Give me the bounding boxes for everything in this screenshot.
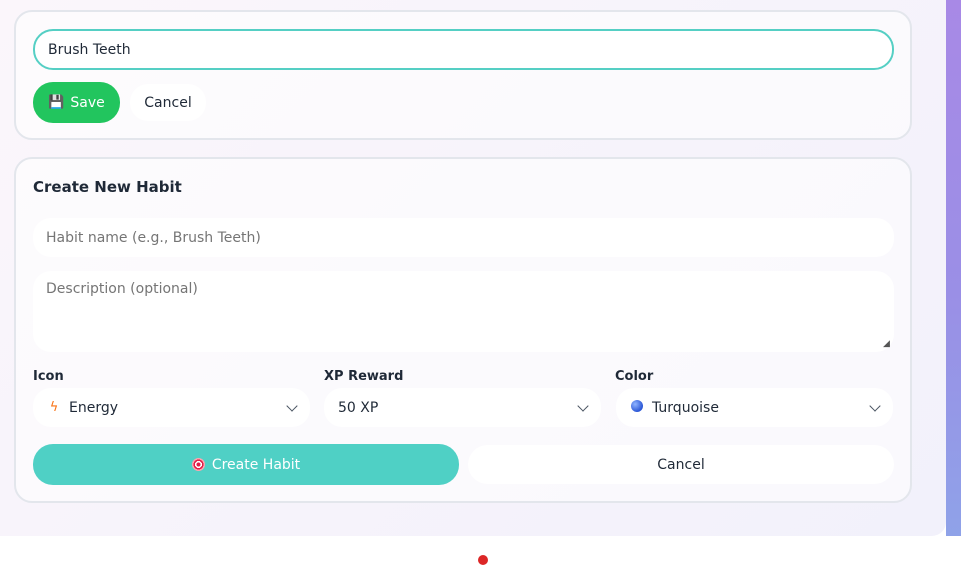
xp-reward-label: XP Reward bbox=[324, 369, 404, 384]
cancel-create-button[interactable]: Cancel bbox=[468, 445, 894, 484]
icon-select-value: Energy bbox=[69, 399, 119, 416]
floppy-disk-icon: 💾 bbox=[48, 95, 65, 110]
status-dot bbox=[478, 555, 488, 565]
create-habit-card: Create New Habit ◢ Icon XP Reward Color … bbox=[14, 157, 912, 503]
description-textarea[interactable] bbox=[33, 271, 894, 352]
blue-ball-icon bbox=[630, 399, 644, 416]
icon-label: Icon bbox=[33, 369, 64, 384]
chevron-down-icon bbox=[869, 400, 881, 412]
chevron-down-icon bbox=[577, 400, 589, 412]
target-icon bbox=[191, 458, 205, 471]
save-button-label: Save bbox=[70, 94, 105, 111]
chevron-down-icon bbox=[286, 400, 298, 412]
edit-habit-card: 💾 Save Cancel bbox=[14, 10, 912, 140]
gradient-side-strip bbox=[946, 0, 961, 536]
create-habit-button-label: Create Habit bbox=[211, 456, 301, 473]
cancel-edit-button[interactable]: Cancel bbox=[130, 84, 206, 121]
create-habit-title: Create New Habit bbox=[33, 178, 182, 196]
lightning-icon: ϟ bbox=[49, 400, 59, 415]
color-select-value: Turquoise bbox=[652, 399, 719, 416]
icon-select[interactable]: ϟ Energy bbox=[33, 388, 310, 427]
xp-reward-select[interactable]: 50 XP bbox=[324, 388, 601, 427]
create-habit-button[interactable]: Create Habit bbox=[33, 444, 459, 485]
color-label: Color bbox=[615, 369, 654, 384]
habit-name-input[interactable] bbox=[33, 218, 894, 257]
habit-name-edit-input[interactable] bbox=[33, 29, 894, 70]
save-button[interactable]: 💾 Save bbox=[33, 82, 120, 123]
xp-reward-select-value: 50 XP bbox=[338, 399, 379, 416]
textarea-resize-handle-icon[interactable]: ◢ bbox=[883, 339, 893, 349]
color-select[interactable]: Turquoise bbox=[616, 388, 893, 427]
